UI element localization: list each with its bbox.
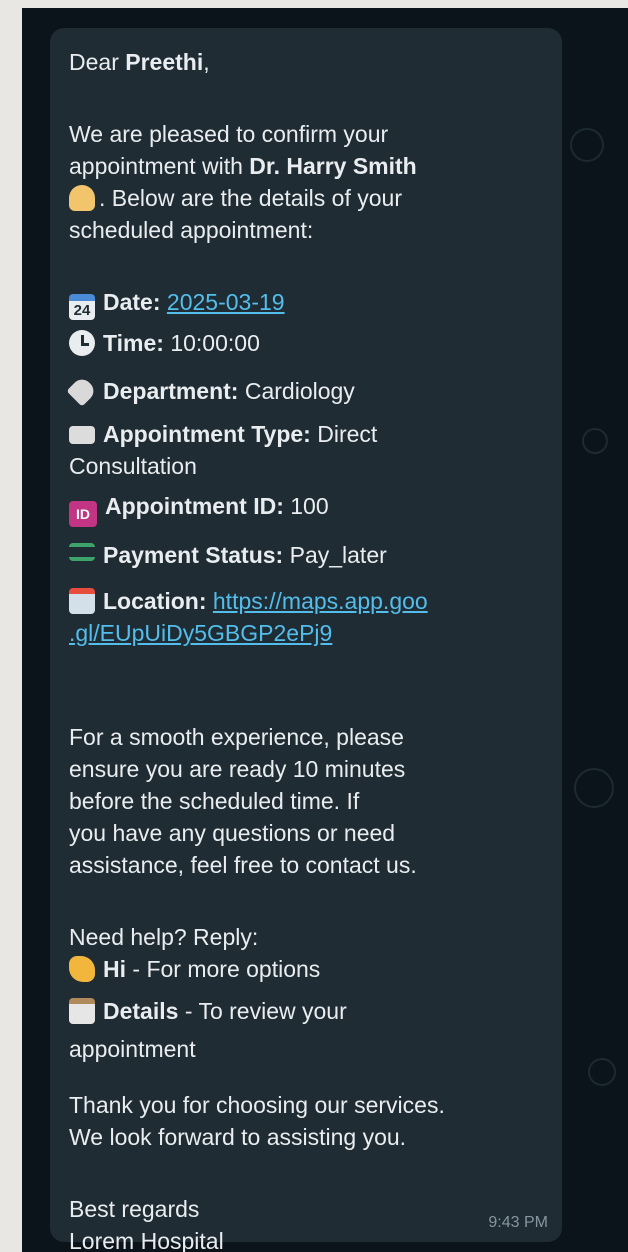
greeting-suffix: , bbox=[203, 49, 210, 75]
thanks-line-2: We look forward to assisting you. bbox=[69, 1124, 407, 1150]
intro-line-4: scheduled appointment: bbox=[69, 217, 314, 243]
paragraph-line-5: assistance, feel free to contact us. bbox=[69, 852, 417, 878]
payment-value: Pay_later bbox=[283, 542, 387, 568]
hospital-icon bbox=[69, 588, 95, 614]
reply-option-hi: Hi - For more options bbox=[69, 953, 542, 985]
detail-time: Time: 10:00:00 bbox=[69, 327, 542, 359]
greeting-line: Dear Preethi, bbox=[69, 46, 542, 78]
location-link-continued[interactable]: .gl/EUpUiDy5GBGP2ePj9 bbox=[69, 620, 332, 646]
details-description-continued: appointment bbox=[69, 1036, 196, 1062]
id-icon: ID bbox=[69, 501, 97, 527]
wallpaper-doodle bbox=[574, 768, 614, 808]
doctor-name: Dr. Harry Smith bbox=[249, 153, 417, 179]
details-keyword: Details bbox=[103, 998, 179, 1024]
time-label: Time: bbox=[103, 330, 164, 356]
payment-label: Payment Status: bbox=[103, 542, 284, 568]
wallpaper-doodle bbox=[588, 1058, 616, 1086]
detail-id: ID Appointment ID: 100 bbox=[69, 490, 542, 527]
date-link[interactable]: 2025-03-19 bbox=[167, 289, 285, 315]
detail-type: Appointment Type: Direct bbox=[69, 418, 542, 450]
clock-icon bbox=[69, 330, 95, 356]
detail-payment: Payment Status: Pay_later bbox=[69, 539, 542, 571]
department-label: Department: bbox=[103, 378, 239, 404]
message-timestamp: 9:43 PM bbox=[488, 1214, 548, 1231]
closing-line-1: Best regards bbox=[69, 1196, 200, 1222]
wallpaper-doodle bbox=[570, 128, 604, 162]
doctor-emoji-icon bbox=[69, 185, 95, 211]
detail-location: Location: https://maps.app.goo bbox=[69, 585, 542, 617]
id-label: Appointment ID: bbox=[105, 493, 284, 519]
location-label: Location: bbox=[103, 588, 207, 614]
detail-date: 24 Date: 2025-03-19 bbox=[69, 286, 542, 320]
reply-option-details: Details - To review your bbox=[69, 995, 542, 1027]
label-tag-icon bbox=[66, 375, 98, 407]
open-book-icon bbox=[69, 426, 95, 444]
clipboard-icon bbox=[69, 998, 95, 1024]
detail-department: Department: Cardiology bbox=[66, 375, 542, 407]
intro-line-1: We are pleased to confirm your bbox=[69, 121, 389, 147]
hi-description: - For more options bbox=[126, 956, 321, 982]
details-description: - To review your bbox=[178, 998, 347, 1024]
hi-keyword: Hi bbox=[103, 956, 126, 982]
recipient-name: Preethi bbox=[125, 49, 204, 75]
paragraph-line-4: you have any questions or need bbox=[69, 820, 396, 846]
closing-line-2: Lorem Hospital bbox=[69, 1228, 224, 1252]
department-value: Cardiology bbox=[238, 378, 355, 404]
banknote-icon bbox=[69, 543, 95, 561]
location-link[interactable]: https://maps.app.goo bbox=[213, 588, 428, 614]
help-title: Need help? Reply: bbox=[69, 924, 259, 950]
intro-line-3-text: . Below are the details of your bbox=[99, 185, 402, 211]
intro-prefix: appointment with bbox=[69, 153, 250, 179]
waving-hand-icon bbox=[69, 956, 95, 982]
type-value-continued: Consultation bbox=[69, 453, 197, 479]
time-value: 10:00:00 bbox=[163, 330, 260, 356]
date-label: Date: bbox=[103, 289, 161, 315]
intro-line-2: appointment with Dr. Harry Smith bbox=[69, 150, 542, 182]
message-bubble[interactable]: Dear Preethi, We are pleased to confirm … bbox=[50, 28, 562, 1252]
thanks-line-1: Thank you for choosing our services. bbox=[69, 1092, 445, 1118]
wallpaper-doodle bbox=[582, 428, 608, 454]
paragraph-line-2: ensure you are ready 10 minutes bbox=[69, 756, 406, 782]
paragraph-line-1: For a smooth experience, please bbox=[69, 724, 404, 750]
greeting-prefix: Dear bbox=[69, 49, 126, 75]
type-label: Appointment Type: bbox=[103, 421, 311, 447]
calendar-icon: 24 bbox=[69, 294, 95, 320]
chat-background: Dear Preethi, We are pleased to confirm … bbox=[22, 8, 628, 1252]
id-value: 100 bbox=[283, 493, 329, 519]
type-value: Direct bbox=[310, 421, 378, 447]
paragraph-line-3: before the scheduled time. If bbox=[69, 788, 360, 814]
intro-line-3: . Below are the details of your bbox=[69, 182, 542, 214]
